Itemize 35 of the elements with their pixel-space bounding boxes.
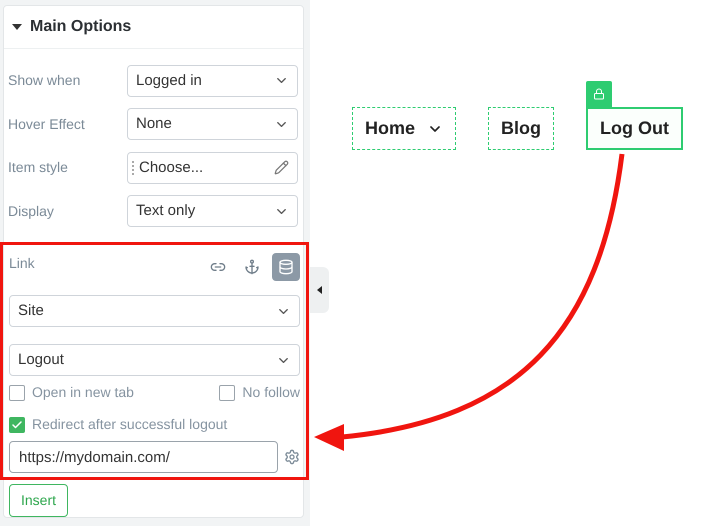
menu-item[interactable]: Blog	[488, 107, 554, 150]
dropdown[interactable]: None	[127, 108, 298, 140]
dropdown[interactable]: Logged in	[127, 64, 298, 97]
link-label: Link	[9, 254, 35, 273]
checkbox[interactable]	[9, 384, 25, 400]
url-field[interactable]: https://mydomain.com/	[9, 441, 278, 473]
panel-header[interactable]: Main Options	[4, 6, 303, 49]
dropdown[interactable]: Text only	[127, 195, 298, 228]
style-picker[interactable]: Choose...	[127, 152, 298, 184]
panel-title: Main Options	[30, 17, 132, 37]
dropdown[interactable]: Logout	[9, 344, 300, 376]
checkbox[interactable]	[9, 416, 25, 432]
dynamic-type-button[interactable]	[272, 253, 300, 281]
checkbox-label: Redirect after successful logout	[32, 415, 228, 434]
drag-handle-icon	[132, 160, 135, 175]
checkbox-label: No follow	[242, 383, 300, 402]
settings-icon[interactable]	[284, 449, 300, 465]
check-icon	[11, 418, 23, 430]
field-label: Display	[7, 202, 55, 221]
collapse-tab[interactable]	[310, 267, 329, 313]
checkbox-label: Open in new tab	[32, 383, 134, 402]
database-icon	[278, 259, 294, 275]
picker-value: Choose...	[139, 158, 204, 178]
lock-icon	[593, 88, 606, 100]
field-label: Hover Effect	[7, 114, 86, 134]
caret-icon	[12, 24, 22, 30]
menu-item[interactable]: Home	[352, 107, 456, 150]
field-label: Show when	[7, 71, 82, 90]
dropdown[interactable]: Site	[9, 295, 300, 327]
caret-icon	[317, 286, 322, 294]
anchor-icon	[244, 259, 260, 275]
pencil-icon	[274, 160, 289, 176]
checkbox[interactable]	[219, 384, 236, 400]
menu-item[interactable]: Log Out	[586, 107, 683, 150]
field-label: Item style	[7, 158, 69, 178]
